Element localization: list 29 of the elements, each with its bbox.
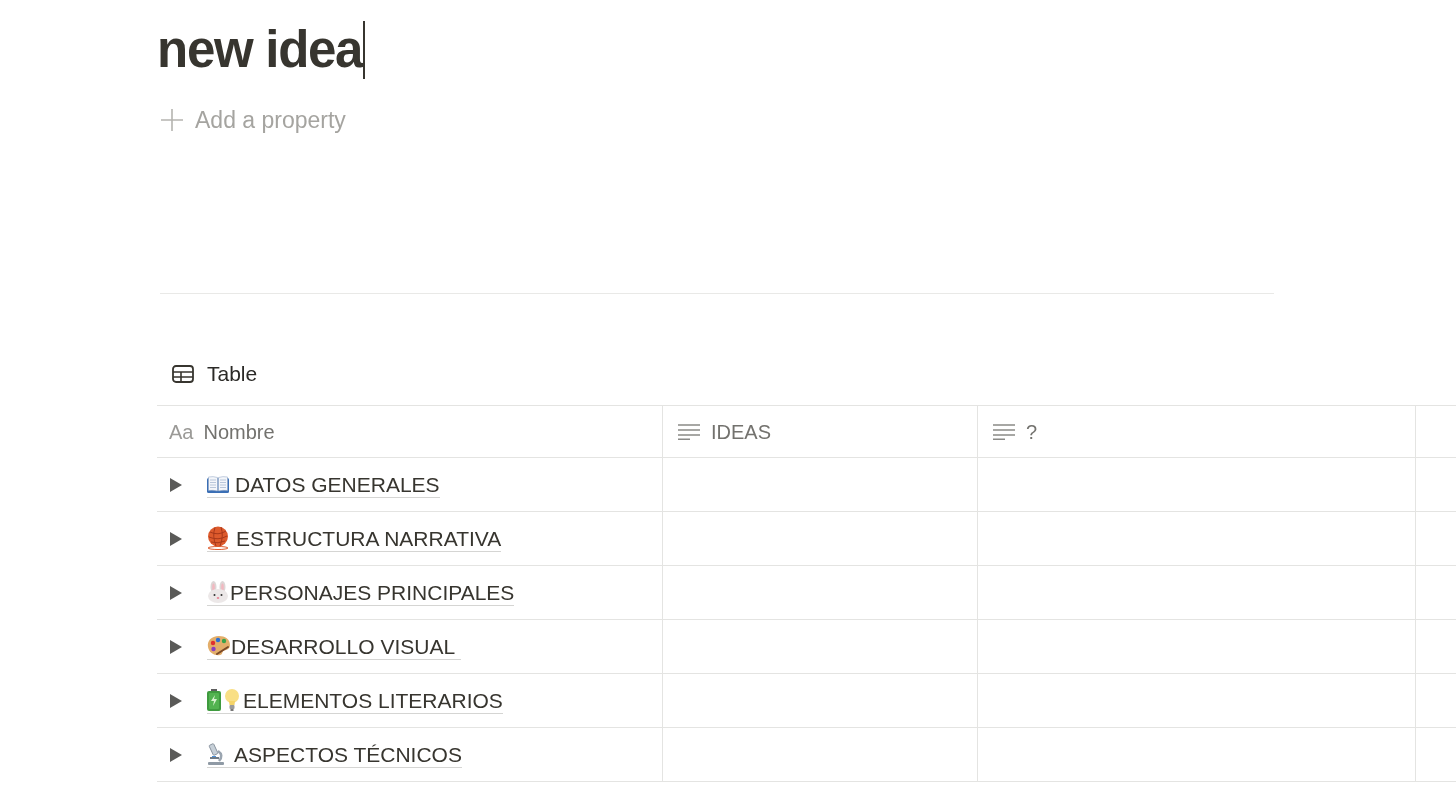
light-bulb-icon [225, 689, 239, 711]
toggle-triangle-icon[interactable] [170, 747, 182, 762]
page-link[interactable]: ASPECTOS TÉCNICOS [207, 741, 462, 768]
toggle-triangle-icon[interactable] [170, 531, 182, 546]
text-lines-icon [678, 423, 700, 440]
rabbit-face-icon [207, 581, 229, 603]
microscope-icon [207, 743, 225, 765]
toggle-triangle-icon[interactable] [170, 639, 182, 654]
toggle-triangle-icon[interactable] [170, 477, 182, 492]
table-icon [172, 365, 194, 383]
toggle-triangle-icon[interactable] [170, 693, 182, 708]
toggle-triangle-icon[interactable] [170, 585, 182, 600]
page-link[interactable]: DESARROLLO VISUAL [207, 633, 462, 660]
page-link[interactable]: ELEMENTOS LITERARIOS [207, 687, 503, 714]
paint-palette-icon [207, 635, 231, 657]
page-link[interactable]: PERSONAJES PRINCIPALES [207, 579, 515, 606]
title-type-icon: Aa [169, 419, 194, 444]
plus-icon [161, 109, 183, 131]
column-header[interactable]: Aa Nombre [157, 406, 663, 457]
page-link[interactable]: ESTRUCTURA NARRATIVA [207, 525, 502, 552]
column-header[interactable]: ? [978, 406, 1416, 457]
column-header[interactable]: IDEAS [663, 406, 978, 457]
open-book-icon [207, 475, 229, 493]
page-link[interactable]: DATOS GENERALES [207, 471, 440, 498]
text-lines-icon [993, 423, 1015, 440]
table-view-tab[interactable]: Table [172, 356, 258, 392]
page-title[interactable]: new idea [157, 20, 363, 80]
yarn-ball-icon [207, 526, 229, 550]
battery-icon [207, 689, 221, 711]
